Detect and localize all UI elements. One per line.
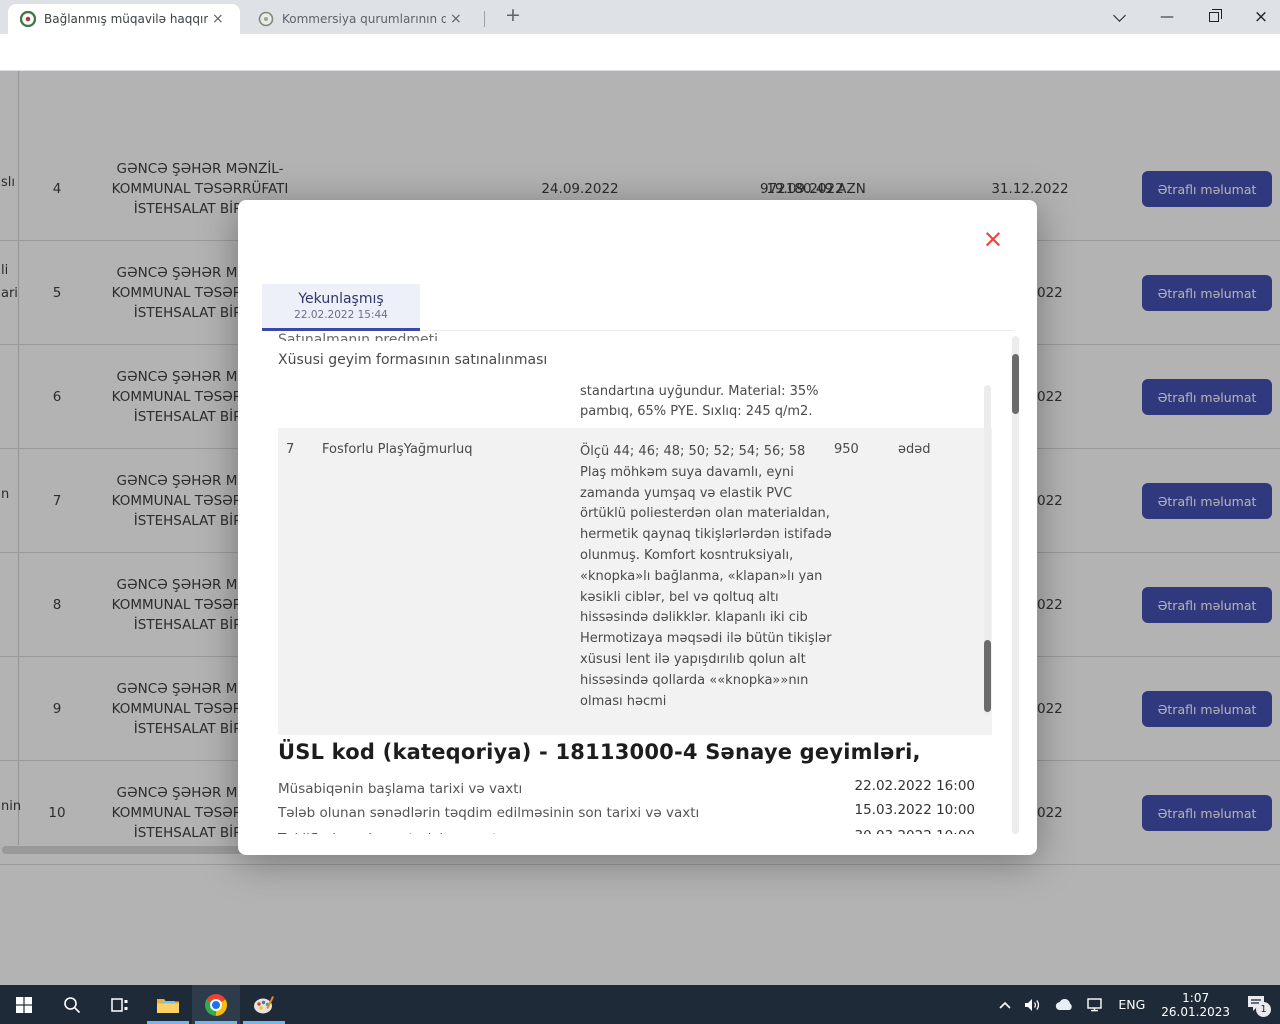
meta-label: Təkliflərin açılması tarixi və vaxtı [278,831,501,834]
chrome-icon [205,994,227,1016]
item-description: Ölçü 44; 46; 48; 50; 52; 54; 56; 58 Plaş… [580,442,832,712]
tab-divider-line [420,330,1013,331]
modal-close-icon[interactable]: × [978,224,1008,254]
site-favicon-icon [20,11,36,27]
browser-tab-active[interactable]: Bağlanmış müqavilə haqqında m × [8,4,240,34]
meta-value: 22.02.2022 16:00 [855,778,976,794]
window-minimize-button[interactable]: — [1150,0,1184,34]
inner-scrollbar[interactable] [984,385,991,715]
volume-icon[interactable] [1024,998,1042,1012]
tender-meta-list: Müsabiqənin başlama tarixi və vaxtı 22.0… [278,778,975,834]
system-tray: ENG 1:07 26.01.2023 1 [992,985,1280,1024]
item-row: 7 Fosforlu PlaşYağmurluq Ölçü 44; 46; 48… [278,428,992,735]
browser-toolbar: ← → ↻ etender.gov.az/media/contracts-reg… [0,34,1280,71]
modal-scrollbar[interactable] [1012,336,1019,834]
tab-divider [484,11,485,27]
previous-item-description-tail: standartına uyğundur. Material: 35% pamb… [580,382,838,422]
window-menu-chevron-icon[interactable] [1102,0,1136,34]
start-button[interactable] [0,985,48,1024]
chrome-taskbar-button[interactable] [192,985,240,1024]
meta-row-clipped: Təkliflərin açılması tarixi və vaxtı 30.… [278,828,975,834]
windows-taskbar: ENG 1:07 26.01.2023 1 [0,985,1280,1024]
item-quantity: 950 [834,442,859,457]
taskbar-search-button[interactable] [48,985,96,1024]
meta-row: Müsabiqənin başlama tarixi və vaxtı 22.0… [278,778,975,797]
taskbar-clock[interactable]: 1:07 26.01.2023 [1161,991,1230,1019]
tab-yekunlasmis[interactable]: Yekunlaşmış 22.02.2022 15:44 [262,284,420,331]
site-favicon-icon [258,11,274,27]
desktop: Bağlanmış müqavilə haqqında m × Kommersi… [0,0,1280,1024]
meta-value: 15.03.2022 10:00 [855,802,976,818]
network-icon[interactable] [1086,997,1104,1012]
clock-time: 1:07 [1161,991,1230,1005]
meta-label: Tələb olunan sənədlərin təqdim edilməsin… [278,805,699,821]
paint-taskbar-button[interactable] [240,985,288,1024]
tab-close-icon[interactable]: × [212,11,224,27]
notification-badge: 1 [1256,1002,1271,1017]
item-unit: ədəd [898,442,931,457]
keyboard-language[interactable]: ENG [1118,997,1145,1012]
action-center-button[interactable]: 1 [1246,994,1266,1016]
browser-tab-inactive[interactable]: Kommersiya qurumlarının dövlət × [246,4,478,34]
item-name: Fosforlu PlaşYağmurluq [322,442,567,457]
tab-title: Kommersiya qurumlarının dövlət [282,12,446,26]
onedrive-cloud-icon[interactable] [1054,998,1074,1011]
tray-chevron-up-icon[interactable] [998,1000,1012,1010]
inner-scrollbar-thumb[interactable] [984,640,991,712]
meta-row: Tələb olunan sənədlərin təqdim edilməsin… [278,802,975,821]
meta-value: 30.03.2022 10:00 [855,828,976,834]
search-icon [62,995,82,1015]
procurement-subject: Xüsusi geyim formasının satınalınması [278,352,547,368]
paint-icon [253,995,275,1015]
tender-details-modal: × Yekunlaşmış 22.02.2022 15:44 Satınalma… [238,200,1037,855]
tab-title: Bağlanmış müqavilə haqqında m [44,12,208,26]
new-tab-button[interactable]: + [500,4,526,26]
windows-logo-icon [15,996,33,1014]
file-explorer-button[interactable] [144,985,192,1024]
cpv-code-heading: ÜSL kod (kateqoriya) - 18113000-4 Sənaye… [278,740,921,764]
clipped-scrolled-text: Satınalmanın predmeti [278,332,898,341]
window-close-button[interactable]: × [1244,0,1278,34]
folder-icon [156,995,180,1015]
items-scroll-region[interactable]: standartına uyğundur. Material: 35% pamb… [278,380,992,735]
task-view-icon [110,995,130,1015]
item-number: 7 [286,442,294,457]
tab-label: Yekunlaşmış [262,291,420,307]
window-restore-button[interactable] [1197,0,1231,34]
tab-datetime: 22.02.2022 15:44 [262,309,420,321]
clock-date: 26.01.2023 [1161,1005,1230,1019]
meta-label: Müsabiqənin başlama tarixi və vaxtı [278,781,522,797]
browser-tab-strip: Bağlanmış müqavilə haqqında m × Kommersi… [0,0,1280,34]
tab-close-icon[interactable]: × [450,11,462,27]
task-view-button[interactable] [96,985,144,1024]
modal-scrollbar-thumb[interactable] [1012,354,1019,414]
